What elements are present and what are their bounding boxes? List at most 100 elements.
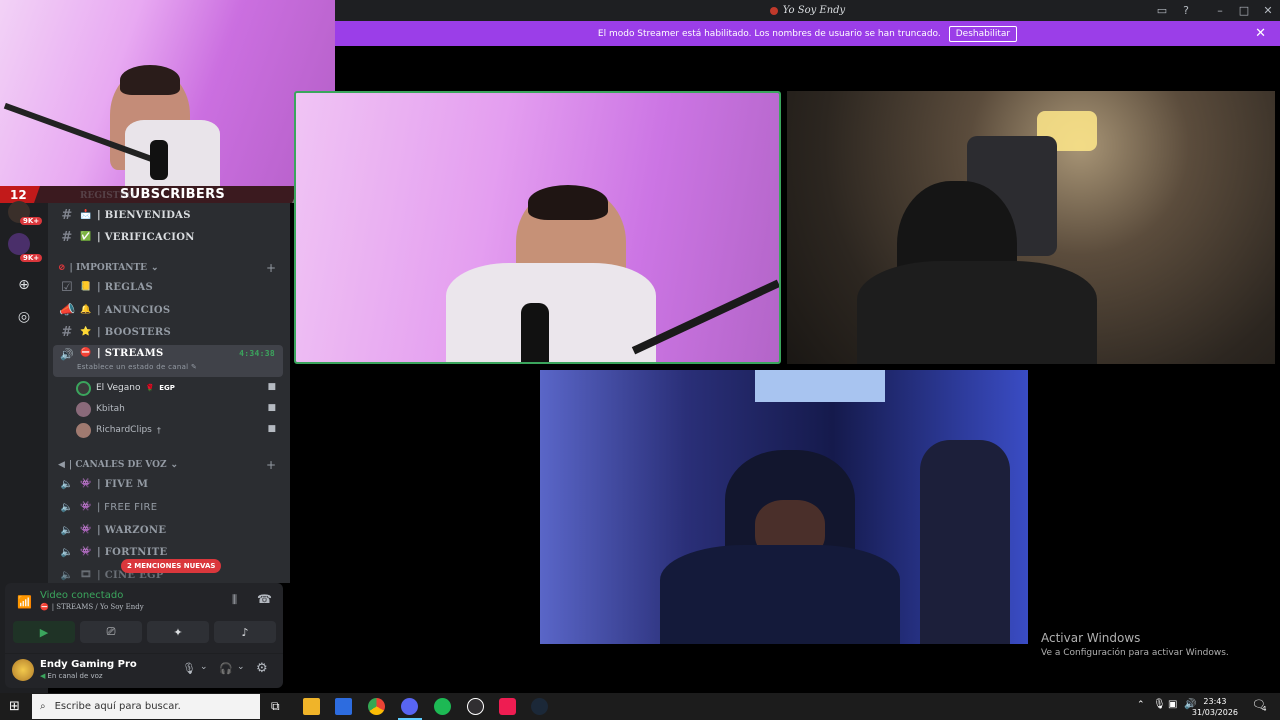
channel-status-hint[interactable]: Establece un estado de canal ✎ bbox=[77, 363, 197, 371]
tile-hair bbox=[528, 185, 608, 220]
banner-message: El modo Streamer está habilitado. Los no… bbox=[597, 28, 941, 39]
server-icon[interactable] bbox=[8, 233, 30, 255]
voice-channel-path[interactable]: ⛔ | STREAMS / Yo Soy Endy bbox=[40, 603, 144, 611]
file-explorer-icon[interactable] bbox=[303, 698, 320, 715]
notification-count: 4 bbox=[1262, 705, 1267, 713]
voice-channel-five-m[interactable]: 🔈 👾 | FIVE M bbox=[53, 474, 283, 494]
voice-user-name: RichardClips bbox=[96, 425, 152, 435]
disconnect-icon[interactable]: ☎ bbox=[257, 592, 272, 606]
announcement-icon: 📣 bbox=[59, 302, 76, 318]
category-label: | CANALES DE VOZ bbox=[68, 460, 167, 470]
pencil-icon: ✎ bbox=[190, 363, 198, 371]
channel-sidebar: REGISTRO # 📩 | BIENVENIDAS # ✅ | VERIFIC… bbox=[48, 191, 290, 583]
speaker-icon: 🔈 bbox=[60, 569, 74, 581]
gear-icon[interactable]: ⚙ bbox=[256, 661, 268, 676]
chrome-icon[interactable] bbox=[368, 698, 385, 715]
video-tile-user2[interactable] bbox=[787, 91, 1275, 364]
channel-bienvenidas[interactable]: # 📩 | BIENVENIDAS bbox=[53, 205, 283, 225]
server-logo-icon bbox=[769, 6, 778, 15]
cross-icon: † bbox=[156, 425, 161, 435]
screen-share-button[interactable]: ⎚ bbox=[80, 621, 142, 643]
voice-channel-warzone[interactable]: 🔈 👾 | WARZONE bbox=[53, 520, 283, 540]
voice-channel-free-fire[interactable]: 🔈 👾 | FREE FIRE bbox=[53, 497, 283, 517]
user-avatar[interactable] bbox=[12, 659, 34, 681]
rules-icon: ☑ bbox=[61, 279, 73, 295]
chevron-down-icon[interactable]: ⌄ bbox=[237, 662, 245, 672]
tile-hoodie bbox=[660, 545, 900, 644]
channel-emoji: 📩 bbox=[80, 210, 92, 220]
voice-user-name: El Vegano bbox=[96, 383, 141, 393]
chevron-down-icon[interactable]: ⌄ bbox=[200, 662, 208, 672]
channel-verificacion[interactable]: # ✅ | VERIFICACION bbox=[53, 227, 283, 247]
disable-streamer-button[interactable]: Deshabilitar bbox=[948, 25, 1018, 42]
hash-icon: # bbox=[61, 207, 73, 223]
microphone-icon[interactable]: 🎙 bbox=[1153, 699, 1166, 710]
maximize-icon[interactable]: □ bbox=[1237, 3, 1251, 17]
alien-icon: 👾 bbox=[80, 502, 92, 512]
camera-button[interactable]: ▶ bbox=[13, 621, 75, 643]
search-placeholder: Escribe aquí para buscar. bbox=[54, 701, 181, 712]
video-tile-endy[interactable] bbox=[294, 91, 781, 364]
speaker-icon: ◀ bbox=[58, 460, 65, 470]
add-channel-icon[interactable]: + bbox=[266, 261, 276, 275]
discord-icon[interactable] bbox=[401, 698, 418, 715]
video-tile-user3[interactable] bbox=[540, 370, 1028, 644]
channel-name: | VERIFICACION bbox=[97, 231, 195, 243]
minimize-icon[interactable]: – bbox=[1213, 3, 1227, 17]
voice-channel-streams[interactable]: 🔊 ⛔ | STREAMS 4:34:38 Establece un estad… bbox=[53, 345, 283, 377]
new-mentions-pill[interactable]: 2 MENCIONES NUEVAS bbox=[121, 559, 222, 573]
spotify-icon[interactable] bbox=[434, 698, 451, 715]
add-server-icon[interactable]: ⊕ bbox=[10, 271, 38, 299]
activate-windows-title: Activar Windows bbox=[1041, 631, 1141, 645]
microphone-icon[interactable]: 🎙 bbox=[182, 662, 196, 675]
discover-icon[interactable]: ◎ bbox=[10, 303, 38, 331]
obs-icon[interactable] bbox=[467, 698, 484, 715]
category-importante[interactable]: ⊘ | IMPORTANTE ⌄ bbox=[58, 263, 159, 273]
avatar bbox=[76, 422, 91, 438]
server-badge: 9K+ bbox=[20, 254, 43, 262]
taskbar-search-box[interactable]: ⌕ Escribe aquí para buscar. bbox=[32, 694, 260, 719]
soundboard-button[interactable]: ♪ bbox=[214, 621, 276, 643]
noise-suppression-icon[interactable]: ⫼ bbox=[232, 593, 237, 607]
add-channel-icon[interactable]: + bbox=[266, 458, 276, 472]
task-view-icon[interactable]: ⧉ bbox=[271, 699, 280, 714]
user-panel: Endy Gaming Pro ◀ En canal de voz 🎙 ⌄ 🎧 … bbox=[5, 653, 283, 688]
stream-timer: 4:34:38 bbox=[239, 349, 275, 358]
network-icon[interactable]: ▣ bbox=[1168, 699, 1177, 710]
channel-name: | FORTNITE bbox=[97, 546, 168, 558]
signal-icon[interactable]: 📶 bbox=[17, 595, 32, 609]
inbox-icon[interactable]: ▭ bbox=[1155, 3, 1169, 17]
category-canales-de-voz[interactable]: ◀ | CANALES DE VOZ ⌄ bbox=[58, 460, 178, 470]
no-entry-icon: ⊘ bbox=[58, 263, 66, 273]
channel-reglas[interactable]: ☑ 📒 | REGLAS bbox=[53, 277, 283, 297]
category-registro[interactable]: REGISTRO bbox=[80, 191, 135, 201]
channel-anuncios[interactable]: 📣 🔔 | ANUNCIOS bbox=[53, 300, 283, 320]
voice-channel-path-text: | STREAMS / Yo Soy Endy bbox=[51, 603, 144, 611]
voice-user[interactable]: RichardClips † bbox=[76, 420, 161, 440]
voice-user[interactable]: El Vegano 🌹 EGP bbox=[76, 378, 175, 398]
headphones-icon[interactable]: 🎧 bbox=[219, 662, 233, 675]
channel-name: | BIENVENIDAS bbox=[97, 209, 191, 221]
taskbar-clock[interactable]: 23:43 31/03/2026 bbox=[1192, 696, 1238, 718]
channel-name: | FIVE M bbox=[97, 478, 149, 490]
close-banner-icon[interactable]: ✕ bbox=[1255, 26, 1266, 41]
windows-taskbar: ⊞ ⌕ Escribe aquí para buscar. ⧉ ⌃ 🎙 ▣ 🔊 … bbox=[0, 693, 1280, 720]
tray-chevron-icon[interactable]: ⌃ bbox=[1137, 700, 1145, 710]
no-entry-icon: ⛔ bbox=[80, 348, 92, 358]
search-icon: ⌕ bbox=[40, 701, 46, 712]
window-title: Yo Soy Endy bbox=[769, 5, 845, 16]
close-window-icon[interactable]: ✕ bbox=[1261, 3, 1275, 17]
steam-icon[interactable] bbox=[531, 698, 548, 715]
speaker-icon: 🔊 bbox=[60, 348, 74, 361]
store-icon[interactable] bbox=[335, 698, 352, 715]
tiktok-icon[interactable] bbox=[499, 698, 516, 715]
channel-name: | WARZONE bbox=[97, 524, 167, 536]
username[interactable]: Endy Gaming Pro bbox=[40, 659, 137, 670]
windows-start-icon[interactable]: ⊞ bbox=[9, 699, 20, 714]
voice-status[interactable]: Video conectado bbox=[40, 590, 123, 601]
voice-user[interactable]: Kbitah bbox=[76, 399, 125, 419]
channel-boosters[interactable]: # ⭐ | BOOSTERS bbox=[53, 322, 283, 342]
help-icon[interactable]: ? bbox=[1179, 3, 1193, 17]
no-entry-icon: ⛔ bbox=[40, 603, 49, 611]
activities-button[interactable]: ✦ bbox=[147, 621, 209, 643]
